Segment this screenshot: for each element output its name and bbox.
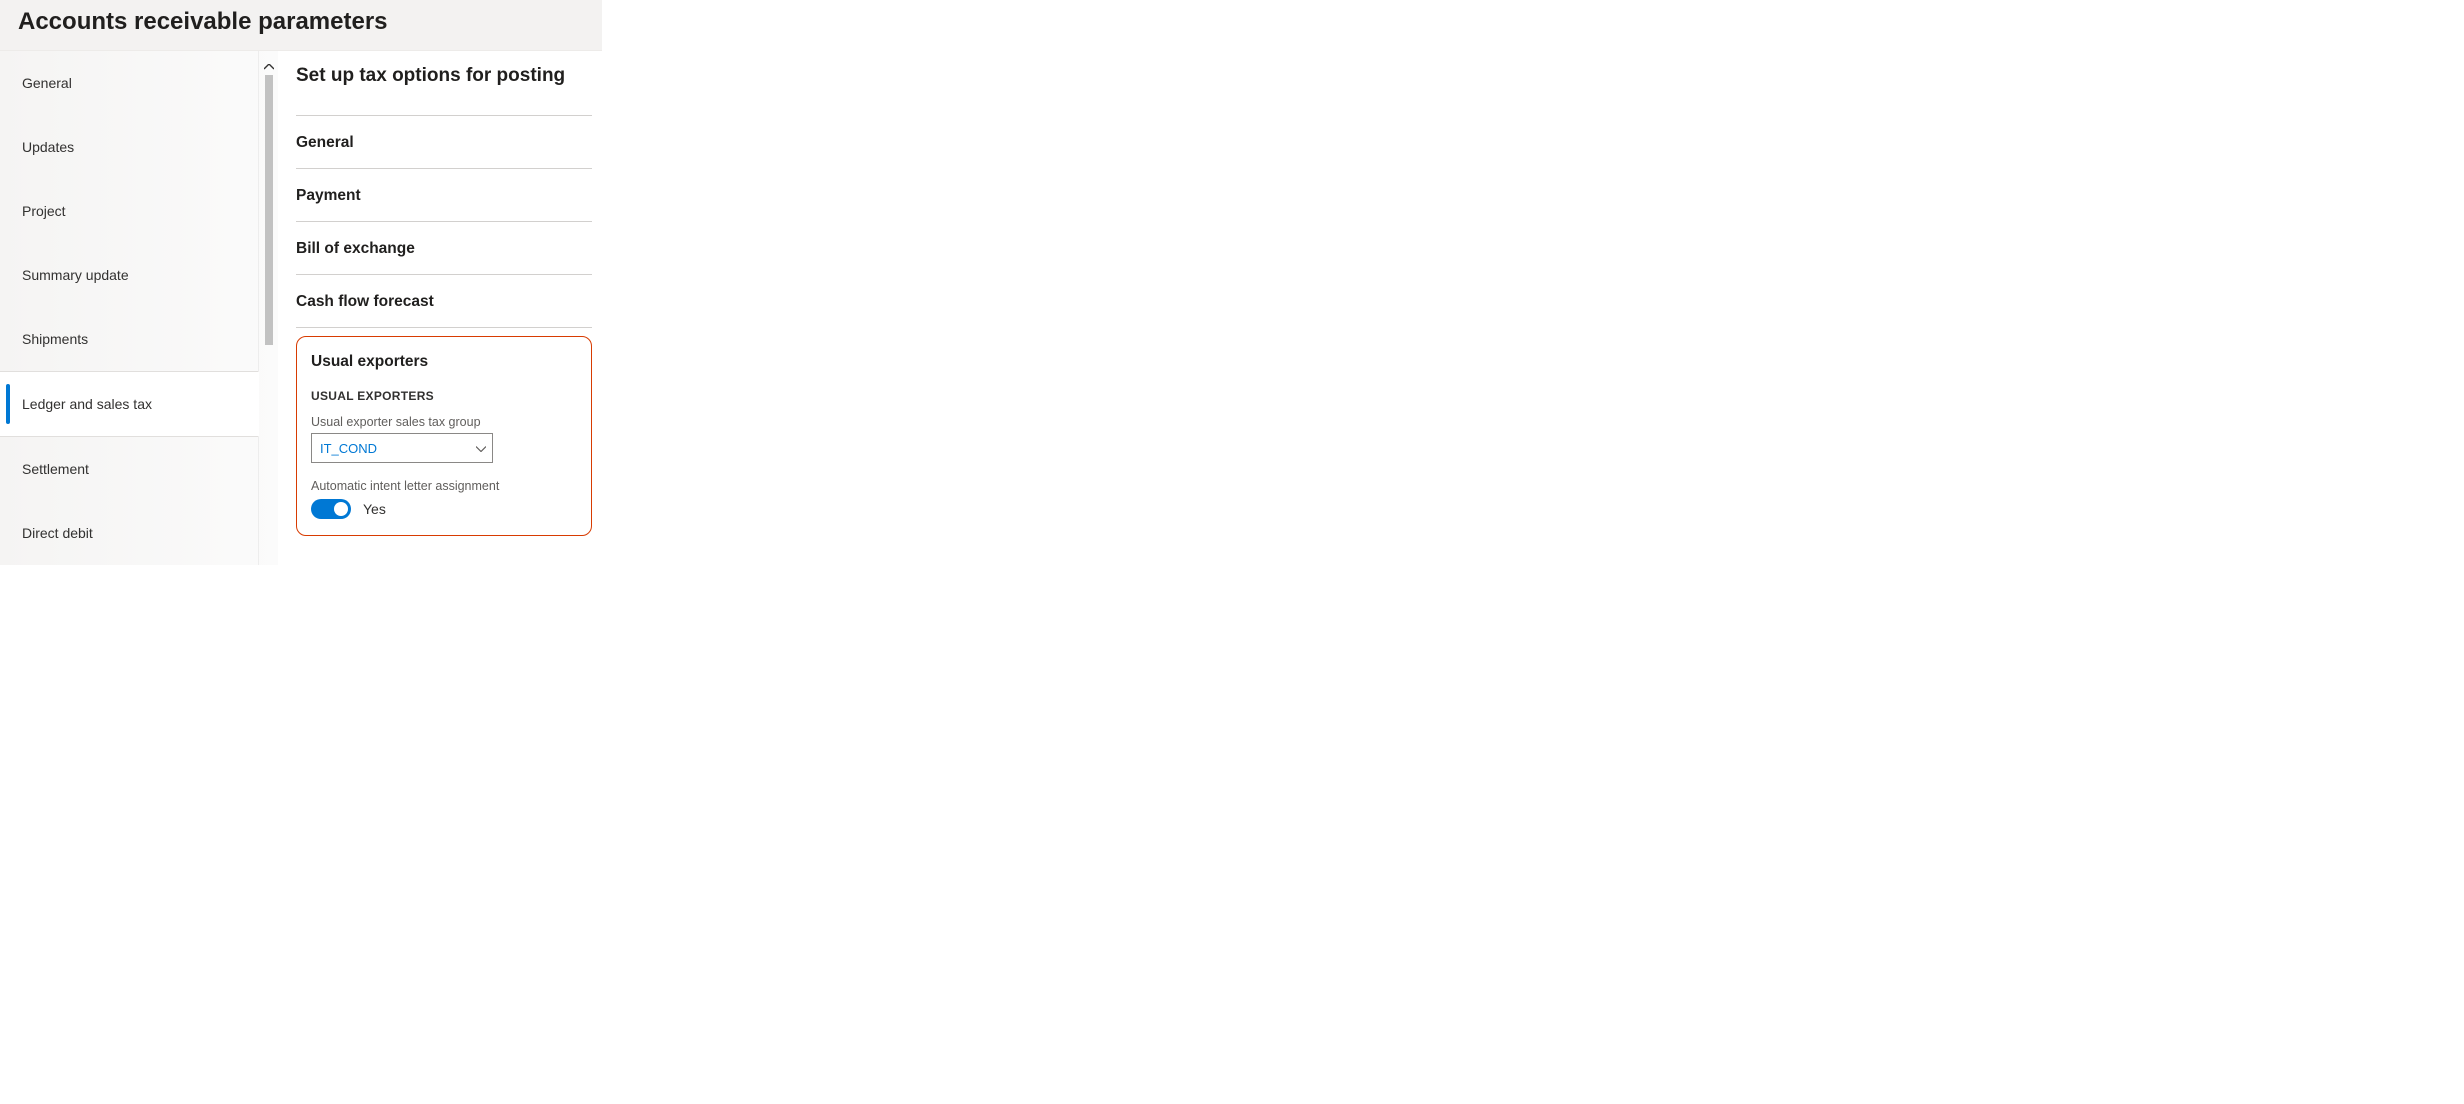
sidebar-item-general[interactable]: General	[0, 51, 259, 115]
section-payment[interactable]: Payment	[296, 168, 592, 221]
sidebar-item-direct-debit[interactable]: Direct debit	[0, 501, 259, 565]
field-label-tax-group: Usual exporter sales tax group	[311, 415, 577, 429]
sidebar-item-label: Ledger and sales tax	[22, 396, 152, 412]
page-title: Accounts receivable parameters	[18, 8, 584, 36]
content-title: Set up tax options for posting	[296, 65, 592, 87]
toggle-value-label: Yes	[363, 501, 386, 517]
section-bill-of-exchange[interactable]: Bill of exchange	[296, 221, 592, 274]
sidebar-item-settlement[interactable]: Settlement	[0, 437, 259, 501]
section-label: Cash flow forecast	[296, 293, 434, 310]
field-label-auto-intent: Automatic intent letter assignment	[311, 479, 577, 493]
sidebar-item-label: Summary update	[22, 267, 129, 283]
sidebar: General Updates Project Summary update S…	[0, 51, 278, 565]
sidebar-item-label: Project	[22, 203, 66, 219]
section-general[interactable]: General	[296, 115, 592, 168]
header-bar: Accounts receivable parameters	[0, 0, 602, 51]
tax-group-dropdown[interactable]: IT_COND	[311, 433, 493, 463]
sidebar-item-label: General	[22, 75, 72, 91]
auto-intent-toggle[interactable]	[311, 499, 351, 519]
main-content: Set up tax options for posting General P…	[278, 51, 602, 565]
section-label: Bill of exchange	[296, 240, 415, 257]
sidebar-item-ledger-sales-tax[interactable]: Ledger and sales tax	[0, 371, 259, 437]
sidebar-item-updates[interactable]: Updates	[0, 115, 259, 179]
sidebar-item-label: Direct debit	[22, 525, 93, 541]
section-cash-flow-forecast[interactable]: Cash flow forecast	[296, 274, 592, 328]
chevron-up-icon[interactable]	[264, 59, 274, 73]
section-label: Payment	[296, 187, 361, 204]
sidebar-item-label: Settlement	[22, 461, 89, 477]
sidebar-item-summary-update[interactable]: Summary update	[0, 243, 259, 307]
sidebar-item-project[interactable]: Project	[0, 179, 259, 243]
sidebar-item-label: Shipments	[22, 331, 88, 347]
sidebar-item-label: Updates	[22, 139, 74, 155]
group-label: USUAL EXPORTERS	[311, 389, 577, 403]
chevron-down-icon	[476, 441, 486, 455]
section-label: General	[296, 134, 354, 151]
section-usual-exporters: Usual exporters USUAL EXPORTERS Usual ex…	[296, 336, 592, 536]
section-usual-exporters-header[interactable]: Usual exporters	[311, 349, 577, 389]
scrollbar[interactable]	[259, 51, 278, 565]
dropdown-value: IT_COND	[320, 441, 377, 456]
scrollbar-track[interactable]	[265, 75, 273, 345]
section-label: Usual exporters	[311, 353, 428, 370]
sidebar-item-shipments[interactable]: Shipments	[0, 307, 259, 371]
